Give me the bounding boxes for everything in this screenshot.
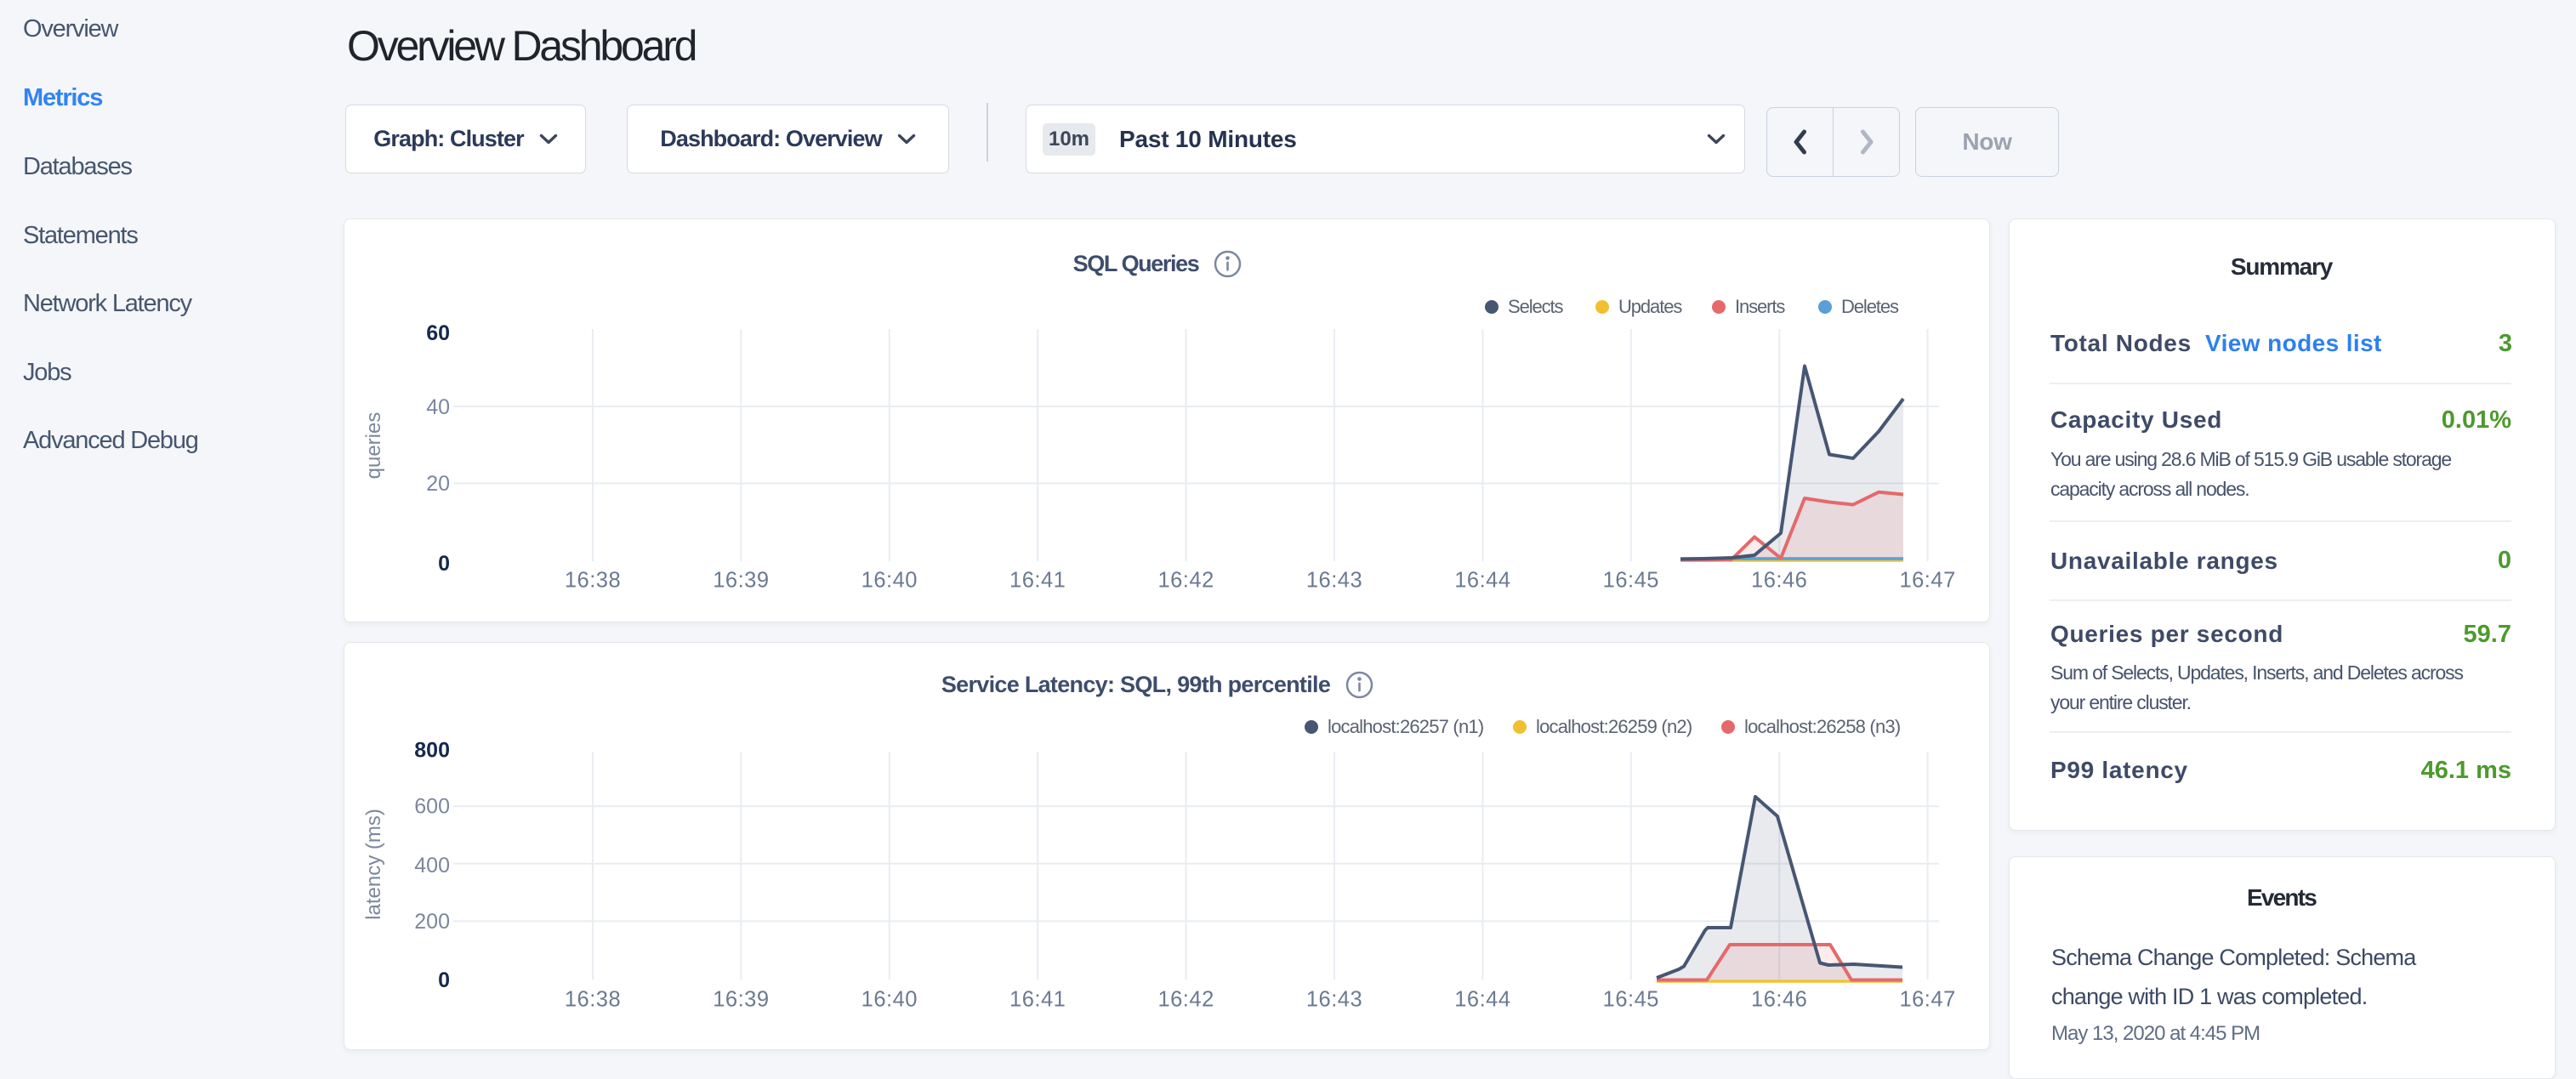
svg-text:200: 200 bbox=[414, 910, 450, 934]
svg-text:latency (ms): latency (ms) bbox=[362, 809, 385, 920]
svg-text:16:40: 16:40 bbox=[862, 988, 918, 1012]
svg-text:16:45: 16:45 bbox=[1603, 569, 1659, 593]
svg-text:16:38: 16:38 bbox=[565, 569, 621, 593]
svg-text:16:43: 16:43 bbox=[1306, 569, 1362, 593]
svg-text:60: 60 bbox=[426, 321, 450, 345]
svg-text:16:47: 16:47 bbox=[1899, 988, 1955, 1012]
svg-text:16:43: 16:43 bbox=[1306, 988, 1362, 1012]
svg-text:16:38: 16:38 bbox=[565, 988, 621, 1012]
svg-text:0: 0 bbox=[438, 968, 450, 992]
svg-text:16:40: 16:40 bbox=[862, 569, 918, 593]
svg-text:16:41: 16:41 bbox=[1009, 569, 1066, 593]
svg-text:queries: queries bbox=[362, 412, 385, 480]
svg-text:400: 400 bbox=[414, 854, 450, 877]
svg-text:16:45: 16:45 bbox=[1603, 988, 1659, 1012]
svg-text:600: 600 bbox=[414, 795, 450, 819]
svg-text:16:42: 16:42 bbox=[1157, 988, 1214, 1012]
svg-text:800: 800 bbox=[414, 739, 450, 763]
svg-text:16:39: 16:39 bbox=[713, 988, 769, 1012]
svg-text:16:42: 16:42 bbox=[1157, 569, 1214, 593]
svg-text:0: 0 bbox=[438, 552, 450, 576]
svg-text:20: 20 bbox=[426, 472, 450, 496]
svg-text:16:44: 16:44 bbox=[1454, 569, 1510, 593]
svg-text:40: 40 bbox=[426, 395, 450, 419]
svg-text:16:46: 16:46 bbox=[1751, 988, 1807, 1012]
svg-text:16:39: 16:39 bbox=[713, 569, 769, 593]
svg-text:16:46: 16:46 bbox=[1751, 569, 1807, 593]
svg-text:16:47: 16:47 bbox=[1899, 569, 1955, 593]
svg-text:16:41: 16:41 bbox=[1009, 988, 1066, 1012]
svg-text:16:44: 16:44 bbox=[1454, 988, 1510, 1012]
